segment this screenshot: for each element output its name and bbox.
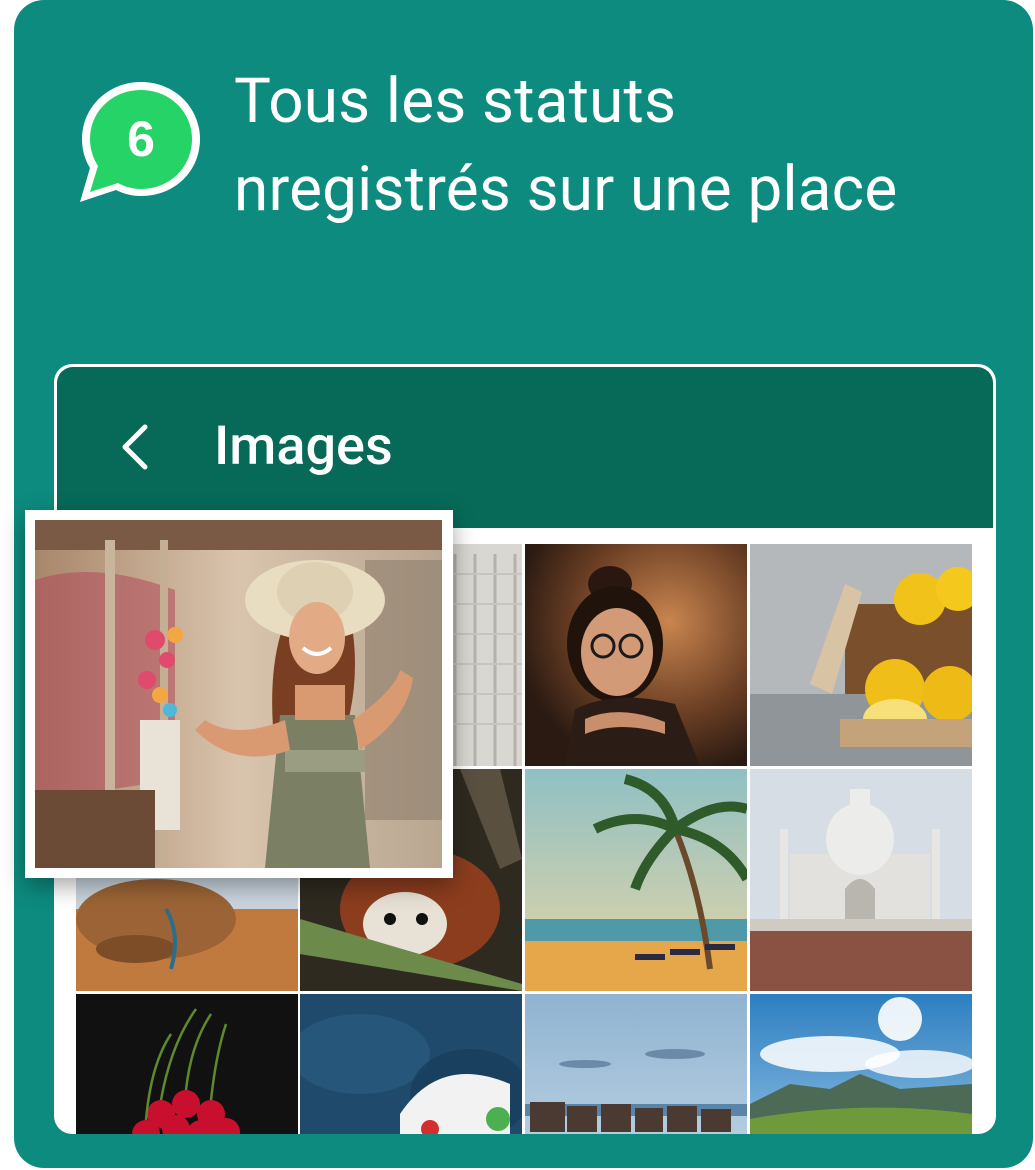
chevron-left-icon: [122, 424, 148, 470]
whatsapp-step-badge-icon: 6: [76, 76, 206, 206]
app-bar: Images: [57, 367, 993, 528]
promo-headline: Tous les statuts nregistrés sur une plac…: [234, 58, 1014, 234]
back-button[interactable]: [107, 417, 163, 477]
screen-title: Images: [214, 415, 393, 478]
palm-beach-photo[interactable]: [525, 769, 747, 991]
woman-with-glasses-photo[interactable]: [525, 544, 747, 766]
seaside-houses-photo[interactable]: [525, 994, 747, 1134]
step-number: 6: [127, 111, 155, 167]
headline-line-1: Tous les statuts: [234, 65, 677, 138]
woman-in-sun-hat-photo: [35, 520, 442, 868]
mountain-landscape-photo[interactable]: [750, 994, 972, 1134]
taj-mahal-photo[interactable]: [750, 769, 972, 991]
blue-texture-with-basket-photo[interactable]: [300, 994, 522, 1134]
lemons-on-table-photo[interactable]: [750, 544, 972, 766]
headline-line-2: nregistrés sur une place: [234, 153, 898, 226]
cherries-photo[interactable]: [76, 994, 298, 1134]
featured-image-preview[interactable]: [25, 510, 453, 878]
